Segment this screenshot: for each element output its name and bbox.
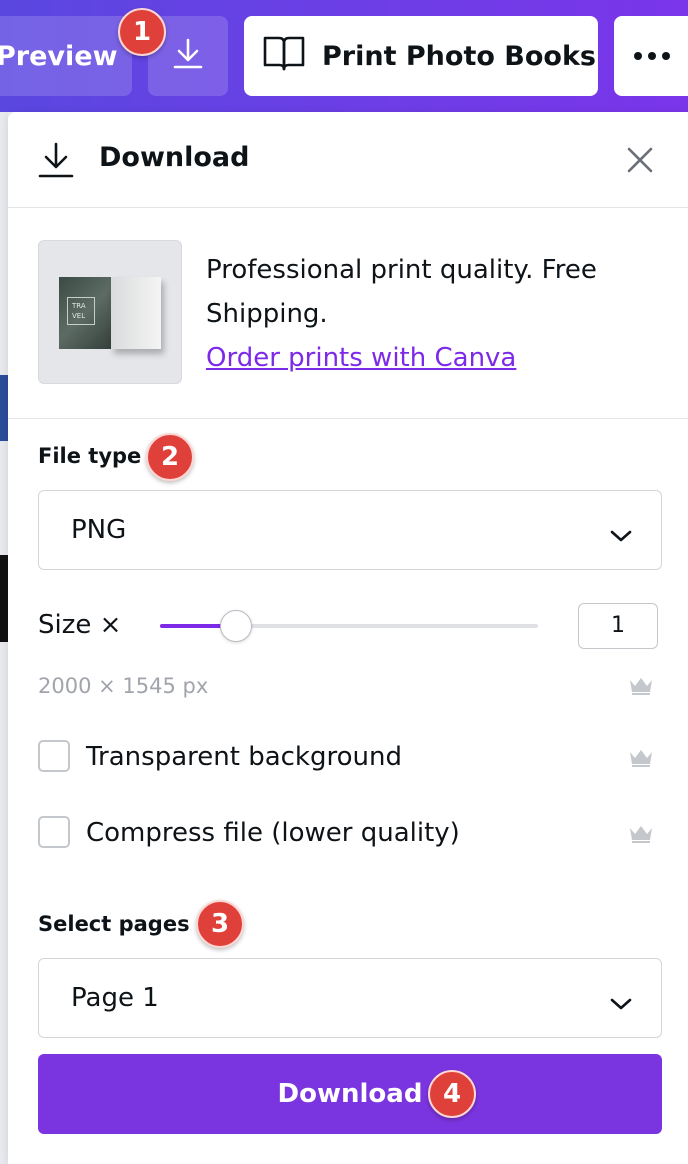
size-slider-handle[interactable]: [220, 610, 252, 642]
more-dots-icon: [634, 52, 670, 60]
select-pages-label: Select pages: [38, 912, 190, 936]
crown-icon: [628, 676, 654, 700]
more-options-button[interactable]: [614, 16, 688, 96]
step-marker-3: 3: [196, 900, 244, 948]
download-button[interactable]: Download: [38, 1054, 662, 1134]
editor-background-dark-element: [0, 555, 8, 642]
crown-icon: [628, 748, 654, 772]
promo-text: Professional print quality. Free Shippin…: [206, 255, 597, 329]
photo-book-thumbnail[interactable]: TRA VEL: [38, 240, 182, 384]
panel-title: Download: [99, 142, 250, 173]
file-type-value: PNG: [71, 515, 127, 545]
size-label: Size ×: [38, 610, 122, 640]
compress-file-label: Compress file (lower quality): [86, 818, 460, 848]
print-photo-books-label: Print Photo Books: [322, 40, 597, 72]
close-icon[interactable]: [620, 140, 660, 184]
transparent-background-checkbox[interactable]: [38, 740, 70, 772]
step-marker-1: 1: [118, 8, 166, 56]
download-icon: [170, 36, 206, 76]
select-pages-value: Page 1: [71, 983, 159, 1013]
order-prints-link[interactable]: Order prints with Canva: [206, 336, 516, 380]
top-toolbar: Preview Print Photo Books: [0, 0, 688, 112]
preview-button-label: Preview: [0, 40, 118, 72]
select-pages-dropdown[interactable]: Page 1: [38, 958, 662, 1038]
download-icon: [36, 140, 76, 184]
crown-icon: [628, 824, 654, 848]
size-slider-track[interactable]: [160, 624, 538, 628]
print-photo-books-button[interactable]: Print Photo Books: [244, 16, 598, 96]
dimensions-text: 2000 × 1545 px: [38, 674, 209, 698]
download-button-label: Download: [277, 1079, 423, 1109]
open-book-icon: [262, 33, 306, 80]
compress-file-checkbox[interactable]: [38, 816, 70, 848]
file-type-label: File type: [38, 444, 142, 468]
chevron-down-icon: [609, 521, 633, 551]
print-promo: TRA VEL Professional print quality. Free…: [8, 208, 688, 419]
panel-header: Download: [8, 112, 688, 208]
step-marker-4: 4: [428, 1070, 476, 1118]
editor-background-blue-element: [0, 375, 8, 441]
download-panel: Download TRA VEL Professional print qual…: [8, 112, 688, 1164]
thumbnail-text: TRA VEL: [67, 297, 95, 325]
preview-button[interactable]: Preview: [0, 16, 132, 96]
step-marker-2: 2: [146, 433, 194, 481]
chevron-down-icon: [609, 989, 633, 1019]
file-type-select[interactable]: PNG: [38, 490, 662, 570]
transparent-background-label: Transparent background: [86, 742, 402, 772]
size-input[interactable]: 1: [578, 603, 658, 649]
